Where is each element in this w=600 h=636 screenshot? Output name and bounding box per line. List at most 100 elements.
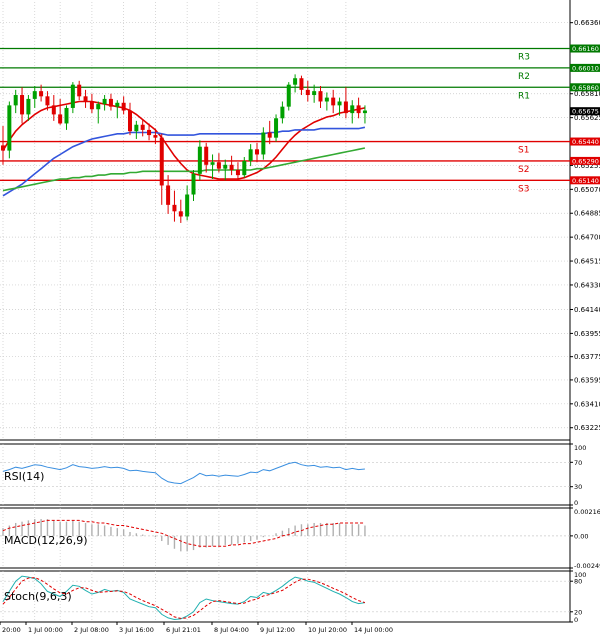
level-price-tag-r2: 0.66010 <box>572 64 599 72</box>
price-tick-label: 0.64140 <box>574 306 600 314</box>
candle[interactable] <box>324 92 329 111</box>
candle[interactable] <box>70 82 75 114</box>
candle-body <box>128 110 132 132</box>
candle-body <box>274 118 279 138</box>
indicator-tick-label: 100 <box>574 444 586 452</box>
candle[interactable] <box>185 185 190 221</box>
level-name-s2: S2 <box>518 165 529 175</box>
candle-body <box>83 96 88 102</box>
candle[interactable] <box>102 95 107 111</box>
candle[interactable] <box>343 87 348 119</box>
candle[interactable] <box>20 87 25 124</box>
price-tick-label: 0.65070 <box>574 186 600 194</box>
candle[interactable] <box>286 82 291 111</box>
candle[interactable] <box>261 127 266 160</box>
candle[interactable] <box>159 133 164 205</box>
chart-window: R3 R2 R1 S1 S2 S3 0.663600.658100.656250.6525… <box>0 0 600 636</box>
candle-body <box>178 211 183 217</box>
time-label: 14 Jul 00:00 <box>354 626 393 634</box>
candle[interactable] <box>248 144 253 167</box>
current-price-tag: 0.65675 <box>572 108 599 116</box>
indicator-tick-label: 0 <box>574 616 578 624</box>
indicator-tick-label: 30 <box>574 483 582 491</box>
candle-body <box>299 78 304 90</box>
candle[interactable] <box>83 89 88 108</box>
candle[interactable] <box>115 100 120 119</box>
candle[interactable] <box>121 96 126 115</box>
time-label: 3 Jul 16:00 <box>119 626 154 634</box>
candle[interactable] <box>210 154 215 180</box>
candle-body <box>210 162 215 165</box>
candle-body <box>153 135 158 138</box>
indicator-tick-label: 70 <box>574 459 582 467</box>
time-label: 2 Jul 08:00 <box>74 626 109 634</box>
candle[interactable] <box>172 190 177 222</box>
rsi-line <box>2 461 365 485</box>
price-tick-label: 0.63225 <box>574 424 600 432</box>
candle-body <box>293 78 298 85</box>
level-price-tag-r3: 0.66160 <box>572 45 599 53</box>
time-label: 6 Jul 21:01 <box>166 626 201 634</box>
level-price-tag-s1: 0.65440 <box>572 138 599 146</box>
indicator-tick-label: 0.00216 <box>574 508 600 516</box>
candle[interactable] <box>280 101 285 124</box>
candle[interactable] <box>229 155 234 176</box>
candle[interactable] <box>299 75 304 96</box>
candle-body <box>140 124 145 130</box>
indicator-tick-label: 0 <box>574 499 578 507</box>
candle[interactable] <box>350 100 355 124</box>
candle[interactable] <box>58 98 63 125</box>
candle[interactable] <box>235 162 240 181</box>
candle-body <box>58 114 63 124</box>
rsi-panel: 100 70 30 0 RSI(14) <box>0 443 586 507</box>
candle[interactable] <box>178 199 183 223</box>
candle[interactable] <box>331 89 336 114</box>
level-price-tag-s2: 0.65290 <box>572 157 599 165</box>
candle-body <box>305 89 310 96</box>
candle[interactable] <box>77 80 82 101</box>
candle[interactable] <box>1 126 5 165</box>
candle-body <box>64 107 69 124</box>
candles[interactable] <box>1 74 367 223</box>
candle[interactable] <box>274 114 279 142</box>
candle[interactable] <box>242 157 247 178</box>
stoch-panel: 10080200Stoch(9,6,3) <box>0 570 586 624</box>
price-tick-label: 0.63955 <box>574 330 600 338</box>
candle-body <box>121 102 126 111</box>
candle-body <box>26 98 31 115</box>
candle[interactable] <box>32 85 37 108</box>
candle[interactable] <box>204 142 209 173</box>
level-name-r2: R2 <box>518 72 530 82</box>
candle[interactable] <box>89 93 94 114</box>
candle[interactable] <box>255 142 259 163</box>
candle[interactable] <box>108 93 113 111</box>
candle[interactable] <box>13 89 18 114</box>
ma-red-line <box>2 100 366 180</box>
candle[interactable] <box>64 105 69 130</box>
candle-body <box>343 101 348 114</box>
price-axis: 0.663600.658100.656250.652550.650700.648… <box>570 19 600 432</box>
candle[interactable] <box>134 120 139 139</box>
candle-body <box>191 173 196 195</box>
candle[interactable] <box>267 120 272 145</box>
candle[interactable] <box>96 101 101 124</box>
price-tick-label: 0.63410 <box>574 400 600 408</box>
candle[interactable] <box>305 80 310 102</box>
time-label: 10 Jul 20:00 <box>308 626 347 634</box>
price-tick-label: 0.64885 <box>574 210 600 218</box>
candle[interactable] <box>140 119 145 137</box>
candle[interactable] <box>191 169 196 201</box>
candle-body <box>70 84 75 108</box>
candle[interactable] <box>7 101 12 159</box>
candle[interactable] <box>51 95 56 121</box>
candle[interactable] <box>318 85 323 108</box>
candle[interactable] <box>356 97 361 119</box>
candle[interactable] <box>26 95 31 121</box>
candle-body <box>115 102 120 107</box>
candle[interactable] <box>128 102 132 136</box>
candle-body <box>204 146 209 165</box>
candle[interactable] <box>293 74 298 93</box>
candle-body <box>280 106 285 119</box>
candle-body <box>362 110 367 114</box>
price-chart-svg[interactable]: R3 R2 R1 S1 S2 S3 0.663600.658100.656250.6525… <box>0 0 600 636</box>
